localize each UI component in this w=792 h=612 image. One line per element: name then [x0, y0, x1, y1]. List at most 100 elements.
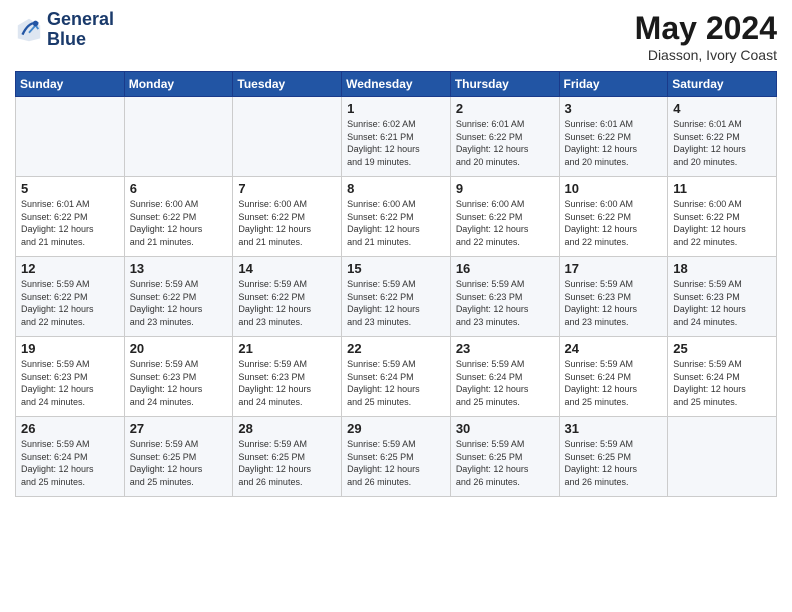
calendar-cell: 18Sunrise: 5:59 AM Sunset: 6:23 PM Dayli…	[668, 257, 777, 337]
day-info: Sunrise: 6:00 AM Sunset: 6:22 PM Dayligh…	[565, 198, 663, 248]
calendar-cell: 30Sunrise: 5:59 AM Sunset: 6:25 PM Dayli…	[450, 417, 559, 497]
calendar-cell: 27 Sunrise: 5:59 AM Sunset: 6:25 PM Dayli…	[124, 417, 233, 497]
day-info: Sunrise: 5:59 AM Sunset: 6:22 PM Dayligh…	[130, 278, 228, 328]
calendar-cell: 29 Sunrise: 5:59 AM Sunset: 6:25 PM Dayli…	[342, 417, 451, 497]
day-number: 31	[565, 421, 663, 436]
day-number: 29	[347, 421, 445, 436]
week-row-1: 1Sunrise: 6:02 AM Sunset: 6:21 PM Daylig…	[16, 97, 777, 177]
calendar-table: SundayMondayTuesdayWednesdayThursdayFrid…	[15, 71, 777, 497]
day-number: 25	[673, 341, 771, 356]
calendar-cell: 11 Sunrise: 6:00 AM Sunset: 6:22 PM Dayli…	[668, 177, 777, 257]
calendar-cell: 21Sunrise: 5:59 AM Sunset: 6:23 PM Dayli…	[233, 337, 342, 417]
logo: General Blue	[15, 10, 114, 50]
calendar-cell: 24 Sunrise: 5:59 AM Sunset: 6:24 PM Dayli…	[559, 337, 668, 417]
calendar-cell: 25 Sunrise: 5:59 AM Sunset: 6:24 PM Dayli…	[668, 337, 777, 417]
calendar-cell: 4 Sunrise: 6:01 AM Sunset: 6:22 PM Daylig…	[668, 97, 777, 177]
day-number: 7	[238, 181, 336, 196]
day-info: Sunrise: 5:59 AM Sunset: 6:22 PM Dayligh…	[21, 278, 119, 328]
day-number: 26	[21, 421, 119, 436]
day-number: 4	[673, 101, 771, 116]
week-row-4: 19 Sunrise: 5:59 AM Sunset: 6:23 PM Dayli…	[16, 337, 777, 417]
day-info: Sunrise: 6:00 AM Sunset: 6:22 PM Dayligh…	[673, 198, 771, 248]
day-number: 21	[238, 341, 336, 356]
calendar-cell: 17 Sunrise: 5:59 AM Sunset: 6:23 PM Dayli…	[559, 257, 668, 337]
days-header-row: SundayMondayTuesdayWednesdayThursdayFrid…	[16, 72, 777, 97]
day-info: Sunrise: 5:59 AM Sunset: 6:25 PM Dayligh…	[130, 438, 228, 488]
calendar-cell: 3Sunrise: 6:01 AM Sunset: 6:22 PM Daylig…	[559, 97, 668, 177]
day-info: Sunrise: 6:00 AM Sunset: 6:22 PM Dayligh…	[238, 198, 336, 248]
day-number: 20	[130, 341, 228, 356]
logo-text: General Blue	[47, 10, 114, 50]
calendar-subtitle: Diasson, Ivory Coast	[635, 47, 777, 63]
day-number: 11	[673, 181, 771, 196]
calendar-cell: 8Sunrise: 6:00 AM Sunset: 6:22 PM Daylig…	[342, 177, 451, 257]
calendar-cell	[233, 97, 342, 177]
calendar-cell: 5 Sunrise: 6:01 AM Sunset: 6:22 PM Daylig…	[16, 177, 125, 257]
day-info: Sunrise: 6:02 AM Sunset: 6:21 PM Dayligh…	[347, 118, 445, 168]
day-info: Sunrise: 5:59 AM Sunset: 6:24 PM Dayligh…	[673, 358, 771, 408]
day-header-tuesday: Tuesday	[233, 72, 342, 97]
day-header-friday: Friday	[559, 72, 668, 97]
calendar-cell: 16Sunrise: 5:59 AM Sunset: 6:23 PM Dayli…	[450, 257, 559, 337]
day-info: Sunrise: 5:59 AM Sunset: 6:24 PM Dayligh…	[21, 438, 119, 488]
calendar-cell	[124, 97, 233, 177]
calendar-cell: 26 Sunrise: 5:59 AM Sunset: 6:24 PM Dayli…	[16, 417, 125, 497]
week-row-5: 26 Sunrise: 5:59 AM Sunset: 6:24 PM Dayli…	[16, 417, 777, 497]
day-number: 28	[238, 421, 336, 436]
day-info: Sunrise: 5:59 AM Sunset: 6:24 PM Dayligh…	[347, 358, 445, 408]
calendar-title: May 2024	[635, 10, 777, 47]
calendar-cell: 1Sunrise: 6:02 AM Sunset: 6:21 PM Daylig…	[342, 97, 451, 177]
day-number: 18	[673, 261, 771, 276]
calendar-cell	[668, 417, 777, 497]
logo-line2: Blue	[47, 30, 114, 50]
calendar-cell: 12Sunrise: 5:59 AM Sunset: 6:22 PM Dayli…	[16, 257, 125, 337]
calendar-cell: 15Sunrise: 5:59 AM Sunset: 6:22 PM Dayli…	[342, 257, 451, 337]
day-info: Sunrise: 6:01 AM Sunset: 6:22 PM Dayligh…	[673, 118, 771, 168]
day-info: Sunrise: 6:00 AM Sunset: 6:22 PM Dayligh…	[456, 198, 554, 248]
day-info: Sunrise: 6:01 AM Sunset: 6:22 PM Dayligh…	[21, 198, 119, 248]
day-info: Sunrise: 5:59 AM Sunset: 6:22 PM Dayligh…	[347, 278, 445, 328]
calendar-cell: 7 Sunrise: 6:00 AM Sunset: 6:22 PM Daylig…	[233, 177, 342, 257]
day-info: Sunrise: 5:59 AM Sunset: 6:25 PM Dayligh…	[565, 438, 663, 488]
calendar-cell: 22 Sunrise: 5:59 AM Sunset: 6:24 PM Dayli…	[342, 337, 451, 417]
calendar-cell	[16, 97, 125, 177]
day-number: 24	[565, 341, 663, 356]
day-number: 23	[456, 341, 554, 356]
day-info: Sunrise: 5:59 AM Sunset: 6:24 PM Dayligh…	[565, 358, 663, 408]
day-number: 9	[456, 181, 554, 196]
calendar-cell: 14Sunrise: 5:59 AM Sunset: 6:22 PM Dayli…	[233, 257, 342, 337]
day-info: Sunrise: 6:00 AM Sunset: 6:22 PM Dayligh…	[347, 198, 445, 248]
day-header-sunday: Sunday	[16, 72, 125, 97]
day-info: Sunrise: 5:59 AM Sunset: 6:23 PM Dayligh…	[21, 358, 119, 408]
calendar-cell: 23 Sunrise: 5:59 AM Sunset: 6:24 PM Dayli…	[450, 337, 559, 417]
day-info: Sunrise: 5:59 AM Sunset: 6:24 PM Dayligh…	[456, 358, 554, 408]
day-number: 5	[21, 181, 119, 196]
calendar-cell: 20Sunrise: 5:59 AM Sunset: 6:23 PM Dayli…	[124, 337, 233, 417]
day-info: Sunrise: 5:59 AM Sunset: 6:22 PM Dayligh…	[238, 278, 336, 328]
day-header-thursday: Thursday	[450, 72, 559, 97]
day-header-wednesday: Wednesday	[342, 72, 451, 97]
day-header-saturday: Saturday	[668, 72, 777, 97]
calendar-cell: 28Sunrise: 5:59 AM Sunset: 6:25 PM Dayli…	[233, 417, 342, 497]
day-number: 30	[456, 421, 554, 436]
week-row-3: 12Sunrise: 5:59 AM Sunset: 6:22 PM Dayli…	[16, 257, 777, 337]
day-number: 19	[21, 341, 119, 356]
day-info: Sunrise: 5:59 AM Sunset: 6:23 PM Dayligh…	[565, 278, 663, 328]
day-number: 13	[130, 261, 228, 276]
day-info: Sunrise: 6:01 AM Sunset: 6:22 PM Dayligh…	[456, 118, 554, 168]
calendar-cell: 10Sunrise: 6:00 AM Sunset: 6:22 PM Dayli…	[559, 177, 668, 257]
day-number: 17	[565, 261, 663, 276]
calendar-cell: 13 Sunrise: 5:59 AM Sunset: 6:22 PM Dayli…	[124, 257, 233, 337]
day-number: 22	[347, 341, 445, 356]
calendar-cell: 9 Sunrise: 6:00 AM Sunset: 6:22 PM Daylig…	[450, 177, 559, 257]
calendar-cell: 31 Sunrise: 5:59 AM Sunset: 6:25 PM Dayli…	[559, 417, 668, 497]
title-block: May 2024 Diasson, Ivory Coast	[635, 10, 777, 63]
day-number: 27	[130, 421, 228, 436]
day-header-monday: Monday	[124, 72, 233, 97]
day-number: 3	[565, 101, 663, 116]
logo-line1: General	[47, 10, 114, 30]
day-number: 16	[456, 261, 554, 276]
day-info: Sunrise: 5:59 AM Sunset: 6:25 PM Dayligh…	[347, 438, 445, 488]
calendar-cell: 6Sunrise: 6:00 AM Sunset: 6:22 PM Daylig…	[124, 177, 233, 257]
logo-icon	[15, 16, 43, 44]
